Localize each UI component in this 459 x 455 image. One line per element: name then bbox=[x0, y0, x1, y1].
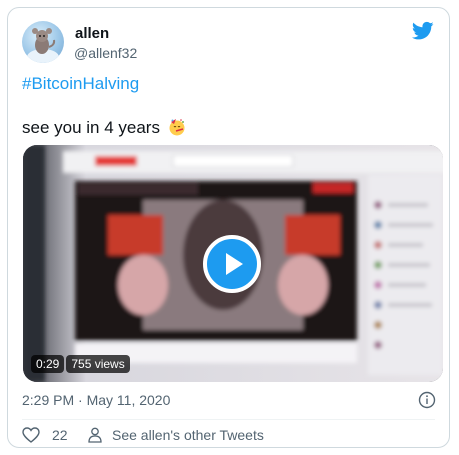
party-face-emoji bbox=[169, 119, 185, 136]
view-count: 755 views bbox=[66, 355, 130, 373]
video-duration: 0:29 bbox=[31, 355, 65, 373]
like-count: 22 bbox=[52, 427, 68, 443]
twitter-bird-icon[interactable] bbox=[412, 21, 434, 41]
divider bbox=[22, 419, 435, 420]
other-tweets-link[interactable]: See allen's other Tweets bbox=[88, 427, 264, 443]
person-icon bbox=[88, 427, 102, 443]
tweet-card: allen @allenf32 #BitcoinHalving see you … bbox=[7, 7, 450, 448]
tweet-body: see you in 4 years bbox=[22, 118, 160, 137]
avatar[interactable] bbox=[22, 21, 64, 63]
info-icon[interactable] bbox=[418, 391, 436, 409]
other-tweets-label: See allen's other Tweets bbox=[112, 427, 264, 443]
video-player[interactable]: 0:29 755 views bbox=[23, 145, 443, 382]
video-badges: 0:29 755 views bbox=[31, 355, 130, 373]
hashtag-link[interactable]: #BitcoinHalving bbox=[22, 74, 139, 94]
author-name[interactable]: allen bbox=[75, 25, 109, 42]
play-button[interactable] bbox=[203, 235, 261, 293]
heart-icon bbox=[22, 427, 40, 443]
author-handle[interactable]: @allenf32 bbox=[74, 45, 137, 61]
play-icon bbox=[226, 253, 243, 275]
like-button[interactable]: 22 bbox=[22, 427, 68, 443]
tweet-text: see you in 4 years bbox=[22, 118, 186, 138]
tweet-timestamp[interactable]: 2:29 PM · May 11, 2020 bbox=[22, 392, 170, 408]
